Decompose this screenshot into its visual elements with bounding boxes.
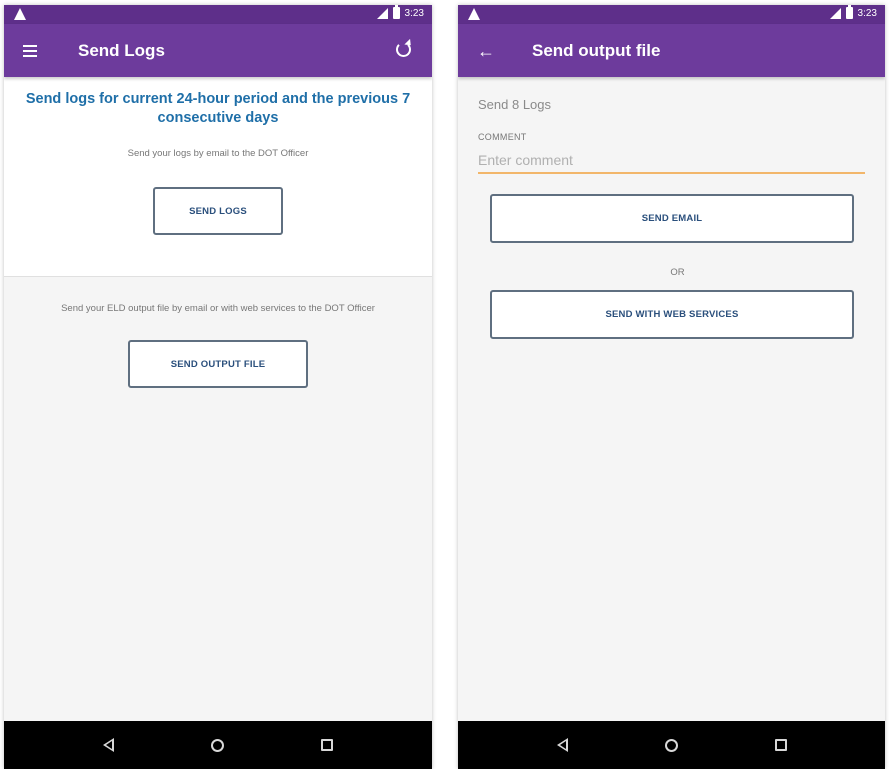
- status-bar: 3:23: [458, 5, 885, 24]
- comment-input[interactable]: [478, 152, 865, 174]
- nav-recent-icon[interactable]: [321, 739, 334, 751]
- warning-icon: [468, 8, 480, 20]
- nav-home-icon[interactable]: [664, 738, 678, 752]
- page-title: Send output file: [532, 40, 661, 60]
- send-output-section: Send your ELD output file by email or wi…: [4, 277, 432, 388]
- battery-icon: [845, 5, 853, 19]
- send-output-form: Send 8 Logs COMMENT SEND EMAIL OR SEND W…: [458, 77, 885, 339]
- signal-icon: [829, 7, 841, 19]
- send-logs-button[interactable]: SEND LOGS: [153, 187, 283, 235]
- navigation-bar: [458, 721, 885, 769]
- navigation-bar: [4, 721, 432, 769]
- status-time: 3:23: [857, 7, 877, 19]
- send-logs-section: Send logs for current 24-hour period and…: [4, 77, 432, 277]
- status-bar: 3:23: [4, 5, 432, 24]
- menu-icon[interactable]: [23, 44, 37, 57]
- send-logs-screen: 3:23 Send Logs Send logs for current 24-…: [4, 5, 432, 769]
- nav-home-icon[interactable]: [210, 738, 224, 752]
- or-separator: OR: [670, 267, 685, 278]
- nav-back-icon[interactable]: [102, 738, 114, 752]
- status-icons: 3:23: [829, 5, 877, 19]
- output-hint: Send your ELD output file by email or wi…: [61, 303, 375, 314]
- logs-count-title: Send 8 Logs: [478, 97, 552, 112]
- battery-icon: [392, 5, 400, 19]
- comment-label: COMMENT: [478, 132, 527, 142]
- status-time: 3:23: [404, 7, 424, 19]
- page-title: Send Logs: [78, 40, 165, 60]
- app-bar: Send Logs: [4, 24, 432, 77]
- refresh-icon[interactable]: [396, 42, 411, 57]
- send-output-file-button[interactable]: SEND OUTPUT FILE: [128, 340, 308, 388]
- send-output-file-screen: 3:23 ← Send output file Send 8 Logs COMM…: [458, 5, 885, 769]
- back-arrow-icon[interactable]: ←: [477, 42, 495, 60]
- logs-headline: Send logs for current 24-hour period and…: [25, 91, 411, 126]
- send-email-button[interactable]: SEND EMAIL: [490, 194, 854, 243]
- email-hint: Send your logs by email to the DOT Offic…: [127, 148, 309, 159]
- warning-icon: [14, 8, 26, 20]
- signal-icon: [376, 7, 388, 19]
- nav-back-icon[interactable]: [556, 738, 568, 752]
- nav-recent-icon[interactable]: [774, 739, 787, 751]
- status-icons: 3:23: [376, 5, 424, 19]
- send-web-services-button[interactable]: SEND WITH WEB SERVICES: [490, 290, 854, 339]
- app-bar: ← Send output file: [458, 24, 885, 77]
